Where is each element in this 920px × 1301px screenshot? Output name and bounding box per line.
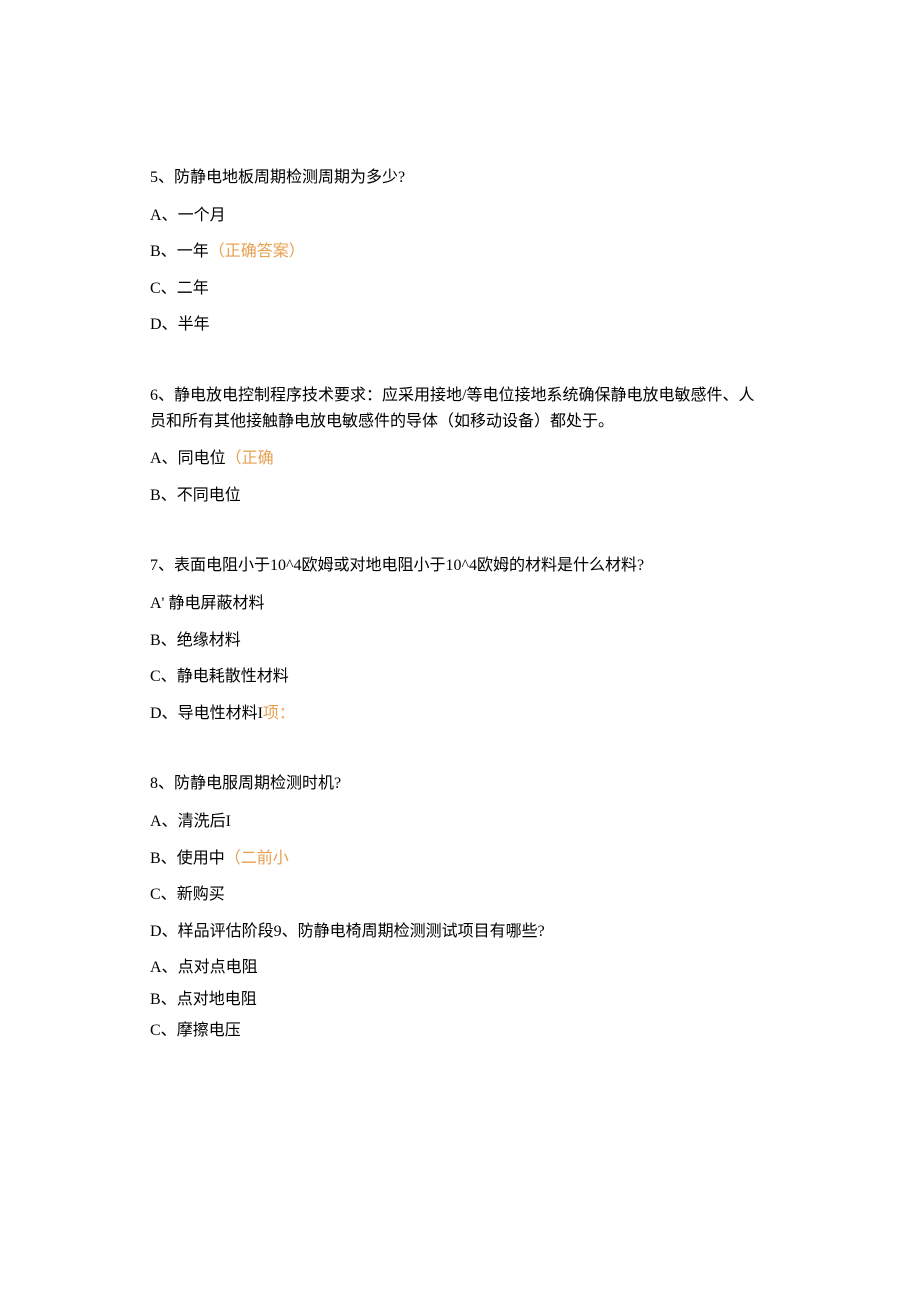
option-text: 使用中 xyxy=(177,850,225,867)
option-b: B、不同电位 xyxy=(150,483,770,509)
sub-option-c: C、摩擦电压 xyxy=(150,1018,770,1044)
option-prefix: C、 xyxy=(150,668,177,685)
option-b: B、一年（正确答案） xyxy=(150,239,770,265)
option-b: B、使用中（二前小 xyxy=(150,846,770,872)
option-d: D、样品评估阶段9、防静电椅周期检测测试项目有哪些? xyxy=(150,919,770,945)
option-b: B、绝缘材料 xyxy=(150,628,770,654)
question-number: 8、 xyxy=(150,775,174,792)
question-text: 8、防静电服周期检测时机? xyxy=(150,771,770,797)
option-prefix: D、 xyxy=(150,705,178,722)
question-body: 防静电服周期检测时机? xyxy=(174,775,341,792)
option-text: 半年 xyxy=(178,316,210,333)
sub-option-a: A、点对点电阻 xyxy=(150,955,770,981)
question-text: 5、防静电地板周期检测周期为多少? xyxy=(150,165,770,191)
option-prefix: B、 xyxy=(150,850,177,867)
option-prefix: B、 xyxy=(150,243,177,260)
option-prefix: C、 xyxy=(150,886,177,903)
option-text: 摩擦电压 xyxy=(177,1022,241,1039)
answer-mark: （二前小 xyxy=(225,850,289,867)
option-d: D、半年 xyxy=(150,312,770,338)
option-prefix: A、 xyxy=(150,959,178,976)
option-prefix: C、 xyxy=(150,1022,177,1039)
option-text: 导电性材料I xyxy=(178,705,263,722)
option-a: A、清洗后I xyxy=(150,809,770,835)
sub-option-b: B、点对地电阻 xyxy=(150,987,770,1013)
option-prefix: C、 xyxy=(150,280,177,297)
option-text: 二年 xyxy=(177,280,209,297)
option-prefix: B、 xyxy=(150,487,177,504)
option-c: C、新购买 xyxy=(150,882,770,908)
option-prefix: A、 xyxy=(150,207,178,224)
question-text: 7、表面电阻小于10^4欧姆或对地电阻小于10^4欧姆的材料是什么材料? xyxy=(150,553,770,579)
question-number: 7、 xyxy=(150,557,174,574)
question-number: 5、 xyxy=(150,169,174,186)
option-text: 一个月 xyxy=(178,207,226,224)
option-text: 绝缘材料 xyxy=(177,632,241,649)
question-5: 5、防静电地板周期检测周期为多少? A、一个月 B、一年（正确答案） C、二年 … xyxy=(150,165,770,338)
option-text: 不同电位 xyxy=(177,487,241,504)
question-9-sub: A、点对点电阻 B、点对地电阻 C、摩擦电压 xyxy=(150,955,770,1044)
option-text: 静电耗散性材料 xyxy=(177,668,289,685)
option-text: 点对点电阻 xyxy=(178,959,258,976)
answer-mark: （正确答案） xyxy=(209,243,305,260)
option-a: A、一个月 xyxy=(150,203,770,229)
option-text: 样品评估阶段9、防静电椅周期检测测试项目有哪些? xyxy=(178,923,545,940)
option-prefix: A、 xyxy=(150,813,178,830)
question-text: 6、静电放电控制程序技术要求：应采用接地/等电位接地系统确保静电放电敏感件、人员… xyxy=(150,383,770,434)
question-body: 防静电地板周期检测周期为多少? xyxy=(174,169,405,186)
option-text: 一年 xyxy=(177,243,209,260)
option-c: C、静电耗散性材料 xyxy=(150,664,770,690)
answer-mark: 项： xyxy=(263,705,295,722)
option-prefix: D、 xyxy=(150,923,178,940)
option-prefix: D、 xyxy=(150,316,178,333)
question-number: 6、 xyxy=(150,387,174,404)
question-body: 静电放电控制程序技术要求：应采用接地/等电位接地系统确保静电放电敏感件、人员和所… xyxy=(150,387,754,430)
option-prefix: B、 xyxy=(150,632,177,649)
option-text: 点对地电阻 xyxy=(177,991,257,1008)
option-prefix: A、 xyxy=(150,450,178,467)
option-text: 新购买 xyxy=(177,886,225,903)
option-a: A' 静电屏蔽材料 xyxy=(150,591,770,617)
option-d: D、导电性材料I项： xyxy=(150,701,770,727)
option-prefix: A' xyxy=(150,595,168,612)
question-6: 6、静电放电控制程序技术要求：应采用接地/等电位接地系统确保静电放电敏感件、人员… xyxy=(150,383,770,508)
option-prefix: B、 xyxy=(150,991,177,1008)
answer-mark: （正确 xyxy=(226,450,274,467)
option-text: 清洗后I xyxy=(178,813,231,830)
question-7: 7、表面电阻小于10^4欧姆或对地电阻小于10^4欧姆的材料是什么材料? A' … xyxy=(150,553,770,726)
question-body: 表面电阻小于10^4欧姆或对地电阻小于10^4欧姆的材料是什么材料? xyxy=(174,557,644,574)
option-text: 静电屏蔽材料 xyxy=(168,595,264,612)
option-c: C、二年 xyxy=(150,276,770,302)
option-text: 同电位 xyxy=(178,450,226,467)
option-a: A、同电位（正确 xyxy=(150,446,770,472)
question-8: 8、防静电服周期检测时机? A、清洗后I B、使用中（二前小 C、新购买 D、样… xyxy=(150,771,770,1044)
